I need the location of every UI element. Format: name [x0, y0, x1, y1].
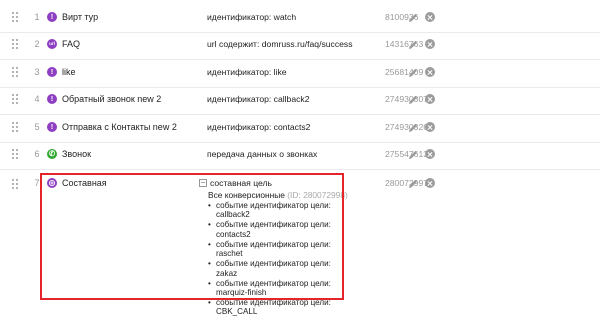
- goal-number: 6: [34, 149, 40, 159]
- exclamation-icon: !: [47, 12, 57, 22]
- goal-name[interactable]: Звонок: [62, 149, 91, 159]
- drag-handle-icon[interactable]: [12, 94, 18, 104]
- goal-number: 5: [34, 122, 40, 132]
- drag-handle-icon[interactable]: [12, 39, 18, 49]
- drag-handle-icon[interactable]: [12, 149, 18, 159]
- pencil-icon[interactable]: [407, 93, 419, 105]
- goal-number: 4: [34, 94, 40, 104]
- exclamation-icon: !: [47, 122, 57, 132]
- goal-condition: идентификатор: contacts2: [207, 122, 311, 132]
- delete-icon[interactable]: [425, 67, 435, 77]
- drag-handle-icon[interactable]: [12, 122, 18, 132]
- goal-name[interactable]: FAQ: [62, 39, 80, 49]
- goal-row: 3 ! like идентификатор: like 25681409: [0, 59, 600, 88]
- goal-name[interactable]: Отправка с Контакты new 2: [62, 122, 177, 132]
- goal-row: 6 ✆ Звонок передача данных о звонках 275…: [0, 141, 600, 170]
- delete-icon[interactable]: [425, 149, 435, 159]
- pencil-icon[interactable]: [407, 11, 419, 23]
- delete-icon[interactable]: [425, 178, 435, 188]
- goal-number: 3: [34, 67, 40, 77]
- delete-icon[interactable]: [425, 94, 435, 104]
- goal-number: 2: [34, 39, 40, 49]
- pencil-icon[interactable]: [407, 121, 419, 133]
- drag-handle-icon[interactable]: [12, 12, 18, 22]
- exclamation-icon: !: [47, 94, 57, 104]
- drag-handle-icon[interactable]: [12, 67, 18, 77]
- pencil-icon[interactable]: [407, 38, 419, 50]
- phone-icon: ✆: [47, 149, 57, 159]
- goal-row: 4 ! Обратный звонок new 2 идентификатор:…: [0, 86, 600, 115]
- url-icon: url: [47, 39, 57, 49]
- goal-row: 1 ! Вирт тур идентификатор: watch 810093…: [0, 4, 600, 33]
- goal-name[interactable]: Обратный звонок new 2: [62, 94, 161, 104]
- subgoal-item: событие идентификатор цели: CBK_CALL: [208, 298, 348, 317]
- pencil-icon[interactable]: [407, 177, 419, 189]
- pencil-icon[interactable]: [407, 66, 419, 78]
- goal-condition: идентификатор: like: [207, 67, 287, 77]
- delete-icon[interactable]: [425, 122, 435, 132]
- goal-condition: url содержит: domruss.ru/faq/success: [207, 39, 353, 49]
- highlight-frame: [40, 173, 344, 300]
- drag-handle-icon[interactable]: [12, 179, 18, 189]
- goal-name[interactable]: Вирт тур: [62, 12, 98, 22]
- goal-condition: идентификатор: watch: [207, 12, 297, 22]
- goal-row: 5 ! Отправка с Контакты new 2 идентифика…: [0, 114, 600, 143]
- goal-condition: передача данных о звонках: [207, 149, 318, 159]
- pencil-icon[interactable]: [407, 148, 419, 160]
- goal-condition: идентификатор: callback2: [207, 94, 310, 104]
- exclamation-icon: !: [47, 67, 57, 77]
- goal-row: 2 url FAQ url содержит: domruss.ru/faq/s…: [0, 31, 600, 60]
- delete-icon[interactable]: [425, 39, 435, 49]
- goal-name[interactable]: like: [62, 67, 76, 77]
- goal-number: 1: [34, 12, 40, 22]
- delete-icon[interactable]: [425, 12, 435, 22]
